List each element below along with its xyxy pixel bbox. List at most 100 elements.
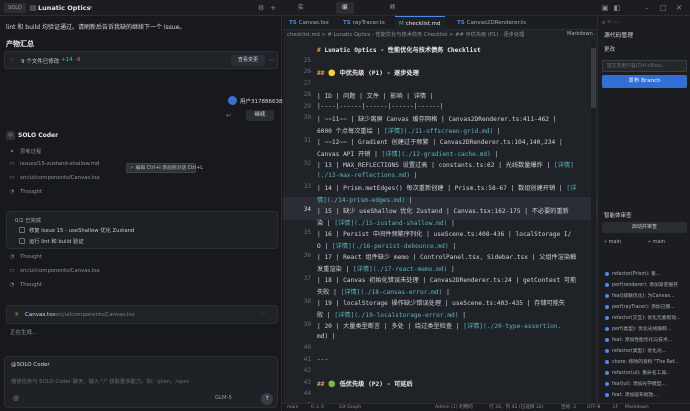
code-line[interactable]: ## 🟢 低优先级 (P2) - 可延后 (317, 379, 595, 388)
agent-mention-tag[interactable]: @SOLO Coder (11, 362, 50, 368)
code-line[interactable]: O | [详情](./16-persist-debounce.md) | (317, 241, 595, 250)
sidebar-toggle-icon[interactable]: ▤ (28, 3, 38, 13)
code-line[interactable]: |----|------|------|------|------| (317, 103, 595, 110)
step-thinking[interactable]: ✦ 思考过程 (8, 147, 42, 157)
branch-to[interactable]: ⑂ main (648, 239, 665, 245)
more-icon[interactable]: ⋯ (268, 55, 274, 66)
code-line[interactable]: | 13 | MAX_REFLECTIONS 设置过高 | constants.… (317, 160, 595, 169)
branch-status[interactable]: main (287, 404, 298, 411)
add-icon[interactable]: + (268, 3, 278, 13)
code-line[interactable]: | 19 | localStorage 操作缺少错误处理 | useScene.… (317, 298, 595, 307)
step-file[interactable]: ▭ src/ui/components/Canvas.tsx (8, 175, 99, 185)
project-title[interactable]: Lunatic Optics (38, 3, 90, 13)
mention-icon[interactable]: @ (13, 395, 19, 402)
commit-message-input[interactable]: 提交变更内容(Ctrl+Ente... (602, 60, 687, 72)
commit-item[interactable]: feat: 添加性能优化与技术... (612, 336, 688, 343)
file-edit-card[interactable]: ⚛ Canvas.tsx src/ui/components/Canvas.ts… (6, 305, 278, 324)
commit-dot (605, 382, 609, 386)
chevron-right-icon[interactable]: › (11, 57, 13, 63)
commit-item[interactable]: perf(类型): 优化光线跟踪... (612, 325, 688, 332)
commit-item[interactable]: refactor(类型): 优化光... (612, 347, 688, 354)
step-file[interactable]: ▭ src/ui/components/Canvas.tsx (8, 268, 99, 278)
code-line[interactable]: # Lunatic Optics - 性能优化与技术债务 Checklist (317, 45, 595, 54)
todo-box: 0/2 已完成 修复 Issue 15 - useShallow 优化 Zust… (6, 211, 278, 249)
language-status[interactable]: Markdown (625, 404, 649, 411)
close-icon[interactable]: ✕ (674, 3, 684, 13)
code-line[interactable]: | ~~11~~ | 缺少离屏 Canvas 缓存网格 | Canvas2DRe… (317, 114, 595, 123)
commit-item[interactable]: perf(rayTracer): 添加已撑... (612, 303, 688, 310)
editor-tab-active[interactable]: Mchecklist.md (395, 16, 445, 30)
changed-files-box[interactable]: › 9 个文件已修改 +14 -9 查看变更 ⋯ (4, 51, 278, 69)
commit-item[interactable]: feat(ui): 添加光学模型... (612, 380, 688, 387)
commit-item[interactable]: refactor(ui): 重命名工具.. (612, 369, 688, 376)
code-line[interactable]: | 17 | React 组件缺少 memo | ControlPanel.ts… (317, 252, 595, 261)
chat-input-box[interactable]: @SOLO Coder 描述任务与 SOLO Coder 聊天，输入 "/" 获… (4, 356, 278, 408)
step-thought[interactable]: ◔ Thought (8, 189, 42, 199)
problems-status[interactable]: 0 ⚠ 0 (311, 404, 324, 411)
commit-item[interactable]: feat: 添加画布缩放... (612, 391, 688, 398)
code-line[interactable]: | 18 | Canvas 初始化错误未处理 | Canvas2DRendere… (317, 275, 595, 284)
line-number: 37 (303, 275, 311, 282)
code-line[interactable]: 6000 个点每次重绘 | [详情](./11-offscreen-grid.m… (317, 126, 595, 135)
expand-icon[interactable]: ⋯ (261, 311, 267, 317)
encoding-status[interactable]: UTF-8 (587, 404, 600, 411)
step-file[interactable]: ▭ issues/15-zustand-shallow.md (8, 161, 99, 171)
code-line[interactable]: 失败 | [详情](./18-canvas-error.md) | (317, 287, 595, 296)
code-line[interactable]: | ID | 问题 | 文件 | 影响 | 详情 | (317, 91, 595, 100)
editor-tab[interactable]: TS Canvas.tsx (285, 16, 333, 30)
step-thought[interactable]: ◔ Thought (8, 254, 42, 264)
commit-item[interactable]: feat(级联优化): 为Canvas... (612, 292, 688, 299)
indent-status[interactable]: 空格: 2 (561, 404, 576, 411)
code-line[interactable]: | 20 | 大量类型断言 | 多处 | 绕过类型检查 | [详情](./20-… (317, 321, 595, 330)
split-icon[interactable]: ◧ (612, 3, 622, 13)
view-changes-button[interactable]: 查看变更 (231, 55, 265, 66)
publish-branch-button[interactable]: 发布 Branch (602, 75, 687, 88)
code-line[interactable]: | 14 | Prism.metEdges() 每次重新创建 | Prism.t… (317, 183, 595, 192)
changes-section[interactable]: 更改 (604, 45, 615, 53)
code-line[interactable]: | ~~12~~ | Gradient 创建过于频繁 | Canvas2DRen… (317, 137, 595, 146)
line-number: 32 (303, 160, 311, 167)
gear-icon[interactable]: ⚙ (256, 3, 266, 13)
scrollbar-thumb[interactable] (591, 48, 596, 108)
maximize-icon[interactable]: □ (658, 3, 668, 13)
avatar (228, 96, 237, 105)
commit-item[interactable]: chore: 移除的资料 "The Ref... (612, 358, 688, 365)
code-line[interactable]: (./13-max-reflections.md) | (317, 172, 595, 179)
step-thought[interactable]: ◔ Thought (8, 282, 42, 292)
tab-terminal[interactable]: 终端 (384, 2, 402, 23)
markdown-preview-button[interactable]: Markdown (567, 31, 593, 37)
code-line[interactable]: 情](./14-prism-edges.md) | (317, 195, 595, 204)
code-line[interactable]: --- (317, 356, 595, 363)
title-bar: SOLO ▤ Lunatic Optics ▾ ⚙ + 实时跟踪 编辑器 终端 … (0, 0, 690, 47)
breadcrumb[interactable]: checklist.md > # Lunatic Optics - 性能优化与技… (283, 30, 597, 41)
send-icon[interactable]: ↑ (261, 393, 273, 405)
branch-from[interactable]: ⑂ main (604, 239, 621, 245)
code-line[interactable]: Canvas API 开销 | [详情](./12-gradient-cache… (317, 149, 595, 158)
tab-live-tracking[interactable]: 实时跟踪 (292, 2, 310, 47)
model-selector[interactable]: GLM-5 (215, 395, 232, 401)
git-graph-button[interactable]: Git Graph (339, 404, 361, 411)
commit-item[interactable]: refactor(交互): 优化元素拖动... (612, 314, 688, 321)
inline-action-tooltip[interactable]: ✓ 编辑 Ctrl+I 添加到对话 Ctrl+L (126, 163, 203, 173)
code-line[interactable]: | 15 | 缺少 useShallow 优化 Zustand | Canvas… (317, 206, 595, 215)
tab-editor[interactable]: 编辑器 (336, 2, 354, 35)
eol-status[interactable]: LF (613, 404, 618, 411)
panel-icons[interactable]: ⌕ ⑂ ⋯ (602, 19, 619, 27)
code-line[interactable]: 败 | [详情](./19-localstorage-error.md) | (317, 310, 595, 319)
cursor-position[interactable]: 行 34，列 42 (已选择 32) (489, 404, 544, 411)
editor-tab[interactable]: TS Canvas2DRenderer.ts (453, 16, 530, 30)
code-line[interactable]: md) | (317, 333, 595, 340)
code-line[interactable]: 染 | [详情](./15-zustand-shallow.md) | (317, 218, 595, 227)
code-line[interactable]: 发重渲染 | [详情](./17-react-memo.md) | (317, 264, 595, 273)
code-line[interactable]: ## 🟡 中优先级 (P1) - 逐步处理 (317, 68, 595, 77)
minimize-icon[interactable]: – (642, 3, 652, 13)
chevron-down-icon[interactable]: ▾ (86, 3, 96, 13)
chat-input[interactable]: 描述任务与 SOLO Coder 聊天，输入 "/" 获取更多能力。如：/pla… (11, 377, 190, 385)
layout-icon[interactable]: ▣ (600, 3, 610, 13)
code-line[interactable]: | 16 | Persist 中间件频繁序列化 | useScene.ts:40… (317, 229, 595, 238)
commit-item[interactable]: perf(renderer): 添加渐变缓存 (612, 281, 688, 288)
start-review-button[interactable]: 启动并审查 (602, 222, 687, 233)
editor-tab[interactable]: TS rayTracer.ts (339, 16, 389, 30)
commit-item[interactable]: refactor(Prism): 重... (612, 270, 688, 277)
code-editor[interactable]: # Lunatic Optics - 性能优化与技术债务 Checklist 25… (283, 41, 597, 403)
